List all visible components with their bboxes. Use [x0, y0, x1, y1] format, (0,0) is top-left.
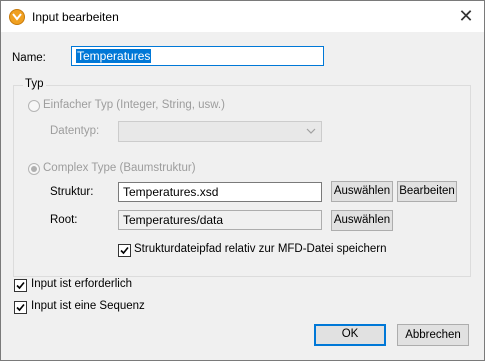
dialog-window: Input bearbeiten ✕ Name: Temperatures Ty…	[0, 0, 485, 361]
datentyp-label: Datentyp:	[50, 125, 100, 137]
close-icon[interactable]: ✕	[452, 3, 480, 29]
title-bar[interactable]: Input bearbeiten ✕	[1, 1, 484, 32]
struktur-label: Struktur:	[50, 186, 94, 198]
name-label: Name:	[12, 52, 46, 64]
relative-path-label: Strukturdateipfad relativ zur MFD-Datei …	[134, 243, 387, 255]
struktur-input[interactable]: Temperatures.xsd	[118, 182, 322, 202]
simple-type-label: Einfacher Typ (Integer, String, usw.)	[43, 99, 225, 111]
checkmark-icon	[16, 303, 25, 312]
struktur-input-value: Temperatures.xsd	[123, 185, 219, 199]
checkmark-icon	[16, 281, 25, 290]
complex-type-radio[interactable]	[28, 163, 40, 175]
cancel-button[interactable]: Abbrechen	[397, 324, 469, 346]
typ-group-title: Typ	[23, 78, 46, 90]
name-input[interactable]: Temperatures	[71, 46, 324, 66]
complex-type-label: Complex Type (Baumstruktur)	[43, 162, 196, 174]
simple-type-radio[interactable]	[28, 100, 40, 112]
root-input-value: Temperatures/data	[123, 213, 224, 227]
struktur-choose-button[interactable]: Auswählen	[331, 181, 393, 202]
relative-path-checkbox[interactable]	[118, 244, 131, 257]
root-input[interactable]: Temperatures/data	[118, 210, 322, 230]
chevron-down-icon	[306, 128, 316, 134]
window-title: Input bearbeiten	[32, 10, 119, 24]
struktur-edit-button[interactable]: Bearbeiten	[397, 181, 457, 202]
input-sequence-checkbox[interactable]	[14, 301, 27, 314]
root-label: Root:	[50, 214, 78, 226]
input-required-label: Input ist erforderlich	[31, 278, 132, 290]
mapforce-logo-icon	[9, 9, 25, 25]
name-input-value: Temperatures	[76, 49, 152, 63]
datentyp-select[interactable]	[118, 121, 322, 142]
input-required-checkbox[interactable]	[14, 279, 27, 292]
ok-button[interactable]: OK	[314, 324, 386, 346]
checkmark-icon	[120, 246, 129, 255]
input-sequence-label: Input ist eine Sequenz	[31, 300, 145, 312]
root-choose-button[interactable]: Auswählen	[331, 210, 393, 231]
